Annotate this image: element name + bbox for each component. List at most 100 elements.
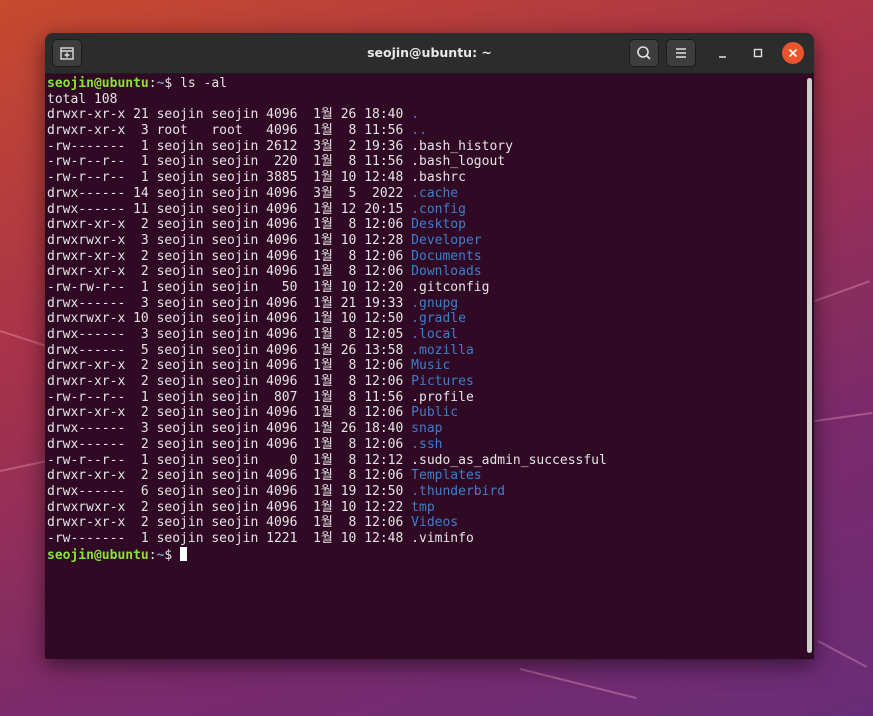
directory-name: . <box>411 107 419 123</box>
entry-meta: -rw------- 1 seojin seojin 2612 3월 2 19:… <box>47 138 412 154</box>
titlebar[interactable]: seojin@ubuntu: ~ <box>45 33 814 74</box>
entry-meta: -rw-rw-r-- 1 seojin seojin 50 1월 10 12:2… <box>47 279 412 295</box>
directory-name: Templates <box>411 468 482 484</box>
entry-meta: drwxrwxr-x 3 seojin seojin 4096 1월 10 12… <box>47 232 412 248</box>
minimize-icon <box>719 56 726 58</box>
directory-name: Pictures <box>411 374 474 390</box>
entry-meta: -rw-r--r-- 1 seojin seojin 0 1월 8 12:12 <box>47 452 412 468</box>
entry-meta: drwxr-xr-x 2 seojin seojin 4096 1월 8 12:… <box>47 248 412 264</box>
directory-name: .mozilla <box>411 342 474 358</box>
listing-row: drwxr-xr-x 3 root root 4096 1월 8 11:56 .… <box>47 123 804 139</box>
listing: drwxr-xr-x 21 seojin seojin 4096 1월 26 1… <box>47 107 804 546</box>
current-prompt-line[interactable]: seojin@ubuntu:~$ <box>47 546 804 563</box>
wallpaper-streak <box>814 411 873 422</box>
text-cursor <box>180 546 188 561</box>
prompt-symbol: $ <box>164 76 181 91</box>
entry-meta: drwx------ 6 seojin seojin 4096 1월 19 12… <box>47 483 412 499</box>
listing-row: -rw-r--r-- 1 seojin seojin 3885 1월 10 12… <box>47 170 804 186</box>
close-button[interactable] <box>782 42 804 64</box>
directory-name: Public <box>411 405 459 421</box>
scrollbar[interactable] <box>807 78 812 653</box>
hamburger-menu-icon <box>676 48 686 58</box>
entry-meta: drwxrwxr-x 2 seojin seojin 4096 1월 10 12… <box>47 499 412 515</box>
entry-meta: -rw-r--r-- 1 seojin seojin 3885 1월 10 12… <box>47 170 412 186</box>
listing-row: -rw------- 1 seojin seojin 2612 3월 2 19:… <box>47 139 804 155</box>
entry-meta: drwxr-xr-x 2 seojin seojin 4096 1월 8 12:… <box>47 515 412 531</box>
minimize-button[interactable] <box>712 42 734 64</box>
directory-name: Documents <box>411 248 482 264</box>
listing-row: -rw-r--r-- 1 seojin seojin 807 1월 8 11:5… <box>47 390 804 406</box>
listing-row: drwxrwxr-x 3 seojin seojin 4096 1월 10 12… <box>47 233 804 249</box>
prompt-user: seojin@ubuntu <box>47 547 149 563</box>
listing-row: drwx------ 3 seojin seojin 4096 1월 8 12:… <box>47 327 804 343</box>
entry-meta: drwxr-xr-x 2 seojin seojin 4096 1월 8 12:… <box>47 264 412 280</box>
listing-row: drwxr-xr-x 21 seojin seojin 4096 1월 26 1… <box>47 107 804 123</box>
directory-name: .gnupg <box>411 295 459 311</box>
total-line: total 108 <box>47 91 118 107</box>
entry-meta: drwx------ 3 seojin seojin 4096 1월 21 19… <box>47 295 412 311</box>
file-name: .sudo_as_admin_successful <box>411 452 607 468</box>
close-icon <box>788 48 798 58</box>
entry-meta: -rw------- 1 seojin seojin 1221 1월 10 12… <box>47 530 412 546</box>
entry-meta: drwxr-xr-x 2 seojin seojin 4096 1월 8 12:… <box>47 468 412 484</box>
directory-name: .local <box>411 327 459 342</box>
file-name: .viminfo <box>411 530 474 546</box>
listing-row: drwx------ 3 seojin seojin 4096 1월 26 18… <box>47 421 804 437</box>
prompt-colon: : <box>148 547 157 563</box>
wallpaper-streak <box>519 668 637 700</box>
wallpaper-streak <box>817 640 868 668</box>
directory-name: .ssh <box>411 436 443 452</box>
prompt-user: seojin@ubuntu <box>47 76 149 91</box>
listing-row: drwx------ 11 seojin seojin 4096 1월 12 2… <box>47 202 804 218</box>
listing-row: drwxrwxr-x 10 seojin seojin 4096 1월 10 1… <box>47 311 804 327</box>
terminal-output[interactable]: seojin@ubuntu:~$ ls -al total 108 drwxr-… <box>45 74 804 659</box>
listing-row: drwx------ 6 seojin seojin 4096 1월 19 12… <box>47 484 804 500</box>
file-name: .bash_logout <box>411 154 506 170</box>
entry-meta: drwxr-xr-x 21 seojin seojin 4096 1월 26 1… <box>47 107 412 123</box>
listing-row: drwx------ 2 seojin seojin 4096 1월 8 12:… <box>47 437 804 453</box>
listing-row: -rw-rw-r-- 1 seojin seojin 50 1월 10 12:2… <box>47 280 804 296</box>
file-name: .bash_history <box>411 138 513 154</box>
listing-row: drwxr-xr-x 2 seojin seojin 4096 1월 8 12:… <box>47 264 804 280</box>
directory-name: .config <box>411 201 466 217</box>
listing-row: drwxr-xr-x 2 seojin seojin 4096 1월 8 12:… <box>47 405 804 421</box>
directory-name: snap <box>411 421 443 437</box>
menu-button[interactable] <box>666 39 696 67</box>
entry-meta: drwxr-xr-x 2 seojin seojin 4096 1월 8 12:… <box>47 358 412 374</box>
listing-row: drwx------ 5 seojin seojin 4096 1월 26 13… <box>47 343 804 359</box>
directory-name: .cache <box>411 185 459 201</box>
entry-meta: -rw-r--r-- 1 seojin seojin 807 1월 8 11:5… <box>47 389 412 405</box>
file-name: .profile <box>411 389 474 405</box>
entry-meta: -rw-r--r-- 1 seojin seojin 220 1월 8 11:5… <box>47 154 412 170</box>
entry-meta: drwx------ 5 seojin seojin 4096 1월 26 13… <box>47 342 412 358</box>
file-name: .bashrc <box>411 170 466 186</box>
wallpaper-streak <box>814 280 870 302</box>
listing-row: drwxr-xr-x 2 seojin seojin 4096 1월 8 12:… <box>47 515 804 531</box>
listing-row: drwxr-xr-x 2 seojin seojin 4096 1월 8 12:… <box>47 249 804 265</box>
listing-row: drwxr-xr-x 2 seojin seojin 4096 1월 8 12:… <box>47 374 804 390</box>
entry-meta: drwxr-xr-x 3 root root 4096 1월 8 11:56 <box>47 123 412 139</box>
entry-meta: drwx------ 14 seojin seojin 4096 3월 5 20… <box>47 185 412 201</box>
search-button[interactable] <box>629 39 659 67</box>
listing-row: -rw-r--r-- 1 seojin seojin 0 1월 8 12:12 … <box>47 453 804 469</box>
command-line: seojin@ubuntu:~$ ls -al <box>47 76 804 92</box>
listing-row: drwxr-xr-x 2 seojin seojin 4096 1월 8 12:… <box>47 358 804 374</box>
window-title: seojin@ubuntu: ~ <box>367 45 492 60</box>
directory-name: .gradle <box>411 311 466 327</box>
maximize-icon <box>753 48 763 58</box>
listing-row: drwx------ 3 seojin seojin 4096 1월 21 19… <box>47 296 804 312</box>
entry-meta: drwx------ 3 seojin seojin 4096 1월 8 12:… <box>47 327 412 342</box>
listing-row: drwxrwxr-x 2 seojin seojin 4096 1월 10 12… <box>47 500 804 516</box>
directory-name: tmp <box>411 499 435 515</box>
entry-meta: drwx------ 11 seojin seojin 4096 1월 12 2… <box>47 201 412 217</box>
maximize-button[interactable] <box>747 42 769 64</box>
entry-meta: drwx------ 3 seojin seojin 4096 1월 26 18… <box>47 421 412 437</box>
entry-meta: drwxr-xr-x 2 seojin seojin 4096 1월 8 12:… <box>47 405 412 421</box>
listing-row: drwxr-xr-x 2 seojin seojin 4096 1월 8 12:… <box>47 468 804 484</box>
directory-name: Downloads <box>411 264 482 280</box>
directory-name: .. <box>411 123 427 139</box>
file-name: .gitconfig <box>411 279 490 295</box>
directory-name: Developer <box>411 232 482 248</box>
listing-row: drwx------ 14 seojin seojin 4096 3월 5 20… <box>47 186 804 202</box>
entry-meta: drwxrwxr-x 10 seojin seojin 4096 1월 10 1… <box>47 311 412 327</box>
